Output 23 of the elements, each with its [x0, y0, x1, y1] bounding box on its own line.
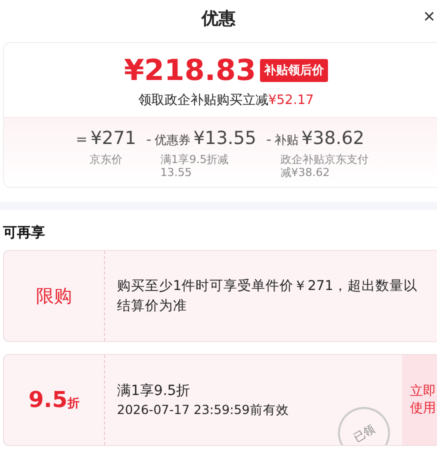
coupon-validity: 2026-07-17 23:59:59前有效	[117, 402, 290, 419]
offer-text: 购买至少1件时可享受单件价￥271，超出数量以结算价为准	[117, 277, 418, 316]
section-title: 可再享	[2, 224, 46, 244]
breakdown-label: 补贴	[274, 132, 298, 149]
breakdown-desc: 满1享9.5折减13.55	[160, 153, 230, 180]
operator-sign: -	[146, 132, 152, 148]
breakdown-desc: 京东价	[90, 153, 124, 166]
price-badge: 补贴领后价	[260, 58, 328, 82]
breakdown-amount: ¥271	[90, 128, 136, 149]
subsidy-note: 领取政企补贴购买立减¥52.17	[138, 92, 314, 109]
final-price: ¥218.83	[124, 53, 256, 87]
close-button[interactable]: ×	[423, 6, 435, 29]
offer-tag: 限购	[36, 284, 72, 308]
operator-sign: -	[266, 132, 272, 148]
breakdown-label: 优惠券	[154, 132, 190, 149]
use-button[interactable]: 立即使用	[402, 355, 437, 446]
breakdown-desc: 政企补贴京东支付减¥38.62	[280, 153, 370, 180]
breakdown-amount: ¥38.62	[301, 128, 364, 149]
operator-sign: =	[76, 132, 88, 148]
coupon-title: 满1享9.5折	[117, 382, 192, 400]
breakdown-amount: ¥13.55	[193, 128, 256, 149]
dialog-title: 优惠	[202, 8, 236, 30]
discount-value: 9.5折	[28, 388, 80, 413]
